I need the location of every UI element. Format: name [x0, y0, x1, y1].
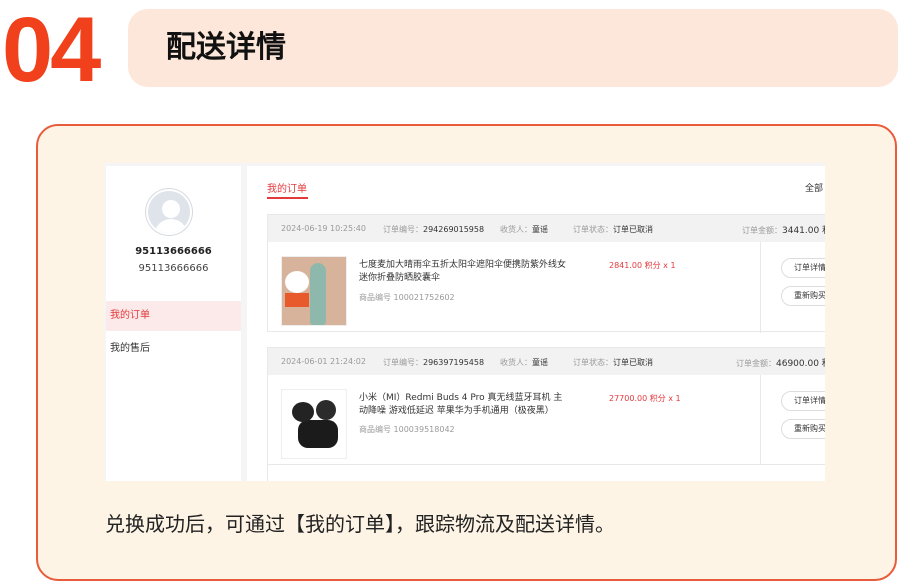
- receiver: 童谣: [532, 225, 548, 234]
- rebuy-button[interactable]: 重新购买: [781, 286, 825, 306]
- user-sidebar: 95113666666 95113666666 我的订单 我的售后: [106, 166, 241, 481]
- tab-my-orders[interactable]: 我的订单: [267, 180, 307, 195]
- order-status: 订单已取消: [613, 358, 653, 367]
- order-status: 订单已取消: [613, 225, 653, 234]
- total-label: 订单金额：: [742, 226, 782, 235]
- earbuds-case-icon: [298, 420, 338, 448]
- orders-panel: 我的订单 全部 2024-06-19 10:25:40 订单编号：2942690…: [247, 166, 825, 481]
- avatar-body-icon: [154, 219, 188, 233]
- order-header: 2024-06-01 21:24:02 订单编号：296397195458 收货…: [268, 348, 825, 375]
- title-banner: 配送详情: [128, 9, 898, 87]
- embedded-screenshot: 95113666666 95113666666 我的订单 我的售后 我的订单 全…: [104, 163, 825, 481]
- receiver: 童谣: [532, 358, 548, 367]
- avatar-head-icon: [162, 200, 180, 218]
- earbud-right-icon: [316, 400, 336, 420]
- order-header: 2024-06-19 10:25:40 订单编号：294269015958 收货…: [268, 215, 825, 242]
- order-date: 2024-06-01 21:24:02: [281, 357, 366, 366]
- product-name[interactable]: 七度麦加大晴雨伞五折太阳伞遮阳伞便携防紫外线女迷你折叠防晒胶囊伞: [359, 259, 569, 285]
- order-no: 294269015958: [423, 225, 485, 234]
- status-label: 订单状态：: [573, 225, 613, 234]
- page-title: 配送详情: [166, 30, 286, 65]
- order-no-label: 订单编号：: [383, 358, 423, 367]
- product-sku: 商品编号 100021752602: [359, 293, 455, 302]
- product-name[interactable]: 小米（MI）Redmi Buds 4 Pro 真无线蓝牙耳机 主动降噪 游戏低延…: [359, 392, 569, 418]
- earbuds-product-image[interactable]: [281, 389, 347, 459]
- tab-all[interactable]: 全部: [805, 181, 823, 194]
- step-number: 04: [2, 0, 101, 101]
- order-card: 2024-06-01 21:24:02 订单编号：296397195458 收货…: [267, 347, 825, 466]
- receiver-label: 收货人：: [500, 225, 532, 234]
- earbud-left-icon: [292, 402, 314, 422]
- product-price: 27700.00 积分 x 1: [609, 394, 681, 403]
- order-total: 46900.00 积: [776, 359, 825, 369]
- umbrella-shaft-icon: [310, 263, 326, 325]
- umbrella-product-image[interactable]: [281, 256, 347, 326]
- status-label: 订单状态：: [573, 358, 613, 367]
- rebuy-button[interactable]: 重新购买: [781, 419, 825, 439]
- order-divider: [760, 242, 761, 333]
- order-detail-button[interactable]: 订单详情: [781, 391, 825, 411]
- tab-underline: [267, 197, 308, 199]
- total-label: 订单金额：: [736, 359, 776, 368]
- order-card-partial: [267, 464, 825, 481]
- sidebar-item-my-orders[interactable]: 我的订单: [106, 301, 241, 331]
- sidebar-item-after-sales[interactable]: 我的售后: [106, 339, 241, 354]
- order-divider: [760, 375, 761, 466]
- order-detail-button[interactable]: 订单详情: [781, 258, 825, 278]
- order-total: 3441.00 积: [782, 226, 825, 236]
- label-panel-icon: [285, 293, 309, 307]
- user-name: 95113666666: [135, 246, 212, 257]
- instruction-caption: 兑换成功后，可通过【我的订单】，跟踪物流及配送详情。: [105, 512, 615, 536]
- order-card: 2024-06-19 10:25:40 订单编号：294269015958 收货…: [267, 214, 825, 333]
- order-date: 2024-06-19 10:25:40: [281, 224, 366, 233]
- receiver-label: 收货人：: [500, 358, 532, 367]
- avatar: [146, 189, 192, 235]
- order-no-label: 订单编号：: [383, 225, 423, 234]
- product-sku: 商品编号 100039518042: [359, 425, 455, 434]
- user-id: 95113666666: [138, 263, 209, 274]
- order-no: 296397195458: [423, 358, 485, 367]
- sticker-icon: [285, 271, 309, 293]
- product-price: 2841.00 积分 x 1: [609, 261, 676, 270]
